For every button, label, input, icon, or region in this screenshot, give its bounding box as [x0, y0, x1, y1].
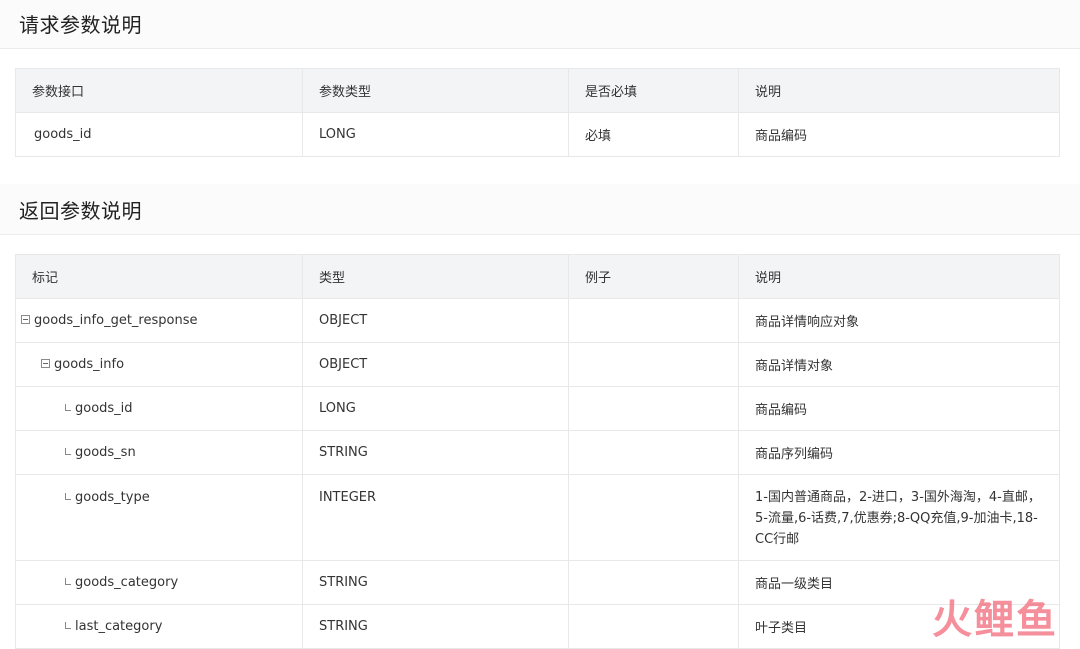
table-row: goods_category STRING 商品一级类目: [15, 560, 1060, 605]
param-name: goods_id: [15, 112, 303, 157]
field-name-cell: goods_info_get_response: [15, 298, 303, 343]
field-name: goods_sn: [75, 445, 136, 460]
field-example: [568, 430, 739, 475]
table-header-row: 标记 类型 例子 说明: [15, 254, 1060, 299]
field-desc: 商品编码: [738, 386, 1060, 431]
field-type: LONG: [302, 386, 569, 431]
watermark-logo: 火鲤鱼: [932, 597, 1058, 643]
tree-branch-icon: [65, 448, 71, 455]
field-desc: 商品详情响应对象: [738, 298, 1060, 343]
table-row: goods_id LONG 商品编码: [15, 386, 1060, 431]
param-required: 必填: [568, 112, 739, 157]
field-name: goods_info_get_response: [34, 313, 198, 328]
request-section-header: 请求参数说明: [0, 0, 1080, 49]
field-desc: 商品详情对象: [738, 342, 1060, 387]
field-name: goods_info: [54, 357, 125, 372]
field-name: last_category: [75, 619, 163, 634]
column-header-desc: 说明: [738, 254, 1060, 299]
field-example: [568, 298, 739, 343]
param-type: LONG: [302, 112, 569, 157]
field-desc: 商品序列编码: [738, 430, 1060, 475]
field-type: STRING: [302, 430, 569, 475]
table-row: last_category STRING 叶子类目: [15, 604, 1060, 649]
field-name-cell: goods_sn: [15, 430, 303, 475]
field-example: [568, 474, 739, 561]
field-example: [568, 342, 739, 387]
column-header-type: 参数类型: [302, 68, 569, 113]
column-header-example: 例子: [568, 254, 739, 299]
table-row: goods_sn STRING 商品序列编码: [15, 430, 1060, 475]
field-example: [568, 386, 739, 431]
request-params-table: 参数接口 参数类型 是否必填 说明 goods_id LONG 必填 商品编码: [15, 68, 1060, 157]
tree-branch-icon: [65, 622, 71, 629]
response-section-header: 返回参数说明: [0, 184, 1080, 235]
field-name-cell: last_category: [15, 604, 303, 649]
field-name-cell: goods_type: [15, 474, 303, 561]
tree-branch-icon: [65, 578, 71, 585]
column-header-type: 类型: [302, 254, 569, 299]
column-header-required: 是否必填: [568, 68, 739, 113]
column-header-param: 参数接口: [15, 68, 303, 113]
table-row: goods_id LONG 必填 商品编码: [15, 112, 1060, 157]
field-name-cell: goods_info: [15, 342, 303, 387]
response-params-table: 标记 类型 例子 说明 goods_info_get_response OBJE…: [15, 254, 1060, 649]
table-row: goods_info OBJECT 商品详情对象: [15, 342, 1060, 387]
field-type: STRING: [302, 604, 569, 649]
field-name-cell: goods_id: [15, 386, 303, 431]
collapse-icon[interactable]: [41, 359, 50, 368]
table-header-row: 参数接口 参数类型 是否必填 说明: [15, 68, 1060, 113]
table-row: goods_info_get_response OBJECT 商品详情响应对象: [15, 298, 1060, 343]
field-example: [568, 604, 739, 649]
tree-branch-icon: [65, 493, 71, 500]
field-type: STRING: [302, 560, 569, 605]
field-name: goods_category: [75, 575, 179, 590]
field-type: OBJECT: [302, 298, 569, 343]
request-section-title: 请求参数说明: [19, 13, 142, 37]
column-header-desc: 说明: [738, 68, 1060, 113]
field-desc: 1-国内普通商品，2-进口，3-国外海淘，4-直邮，5-流量,6-话费,7,优惠…: [738, 474, 1060, 561]
param-desc: 商品编码: [738, 112, 1060, 157]
collapse-icon[interactable]: [21, 315, 30, 324]
table-row: goods_type INTEGER 1-国内普通商品，2-进口，3-国外海淘，…: [15, 474, 1060, 561]
field-type: INTEGER: [302, 474, 569, 561]
field-name: goods_id: [75, 401, 133, 416]
field-name-cell: goods_category: [15, 560, 303, 605]
response-section-title: 返回参数说明: [19, 199, 142, 223]
column-header-mark: 标记: [15, 254, 303, 299]
field-example: [568, 560, 739, 605]
tree-branch-icon: [65, 404, 71, 411]
field-type: OBJECT: [302, 342, 569, 387]
field-name: goods_type: [75, 490, 150, 505]
